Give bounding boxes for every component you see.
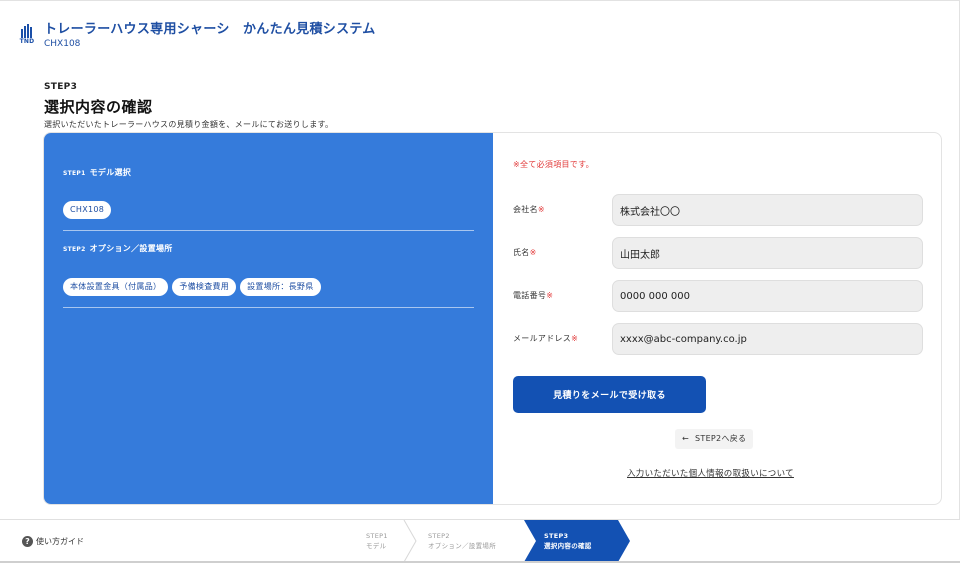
option-chip: 本体設置金具（付属品） — [63, 278, 169, 296]
company-label: 会社名※ — [513, 204, 545, 215]
required-mark: ※ — [571, 334, 579, 343]
model-chip: CHX108 — [63, 201, 112, 219]
model-chips: CHX108 — [63, 201, 112, 219]
phone-input[interactable] — [612, 280, 923, 312]
title-block: トレーラーハウス専用シャーシ かんたん見積システム CHX108 — [44, 22, 376, 50]
email-label-text: メールアドレス — [513, 334, 572, 343]
company-label-text: 会社名 — [513, 205, 538, 214]
name-input[interactable] — [612, 237, 923, 269]
summary-divider — [63, 307, 474, 308]
phone-label: 電話番号※ — [513, 290, 553, 301]
phone-label-text: 電話番号 — [513, 291, 547, 300]
option-chip: 予備検査費用 — [172, 278, 237, 296]
confirmation-card: STEP1 モデル選択 CHX108 STEP2 オプション／設置場所 本体設置金具… — [43, 132, 942, 505]
name-row: 氏名※ — [513, 237, 923, 269]
step-num: STEP3 — [544, 532, 569, 540]
step-indicator-1[interactable]: STEP1 モデル — [366, 531, 388, 551]
step-label: モデル — [366, 542, 387, 550]
email-label: メールアドレス※ — [513, 333, 578, 344]
step-separator — [403, 520, 417, 563]
back-label: STEP2へ戻る — [695, 434, 747, 443]
step-arrows — [403, 520, 630, 563]
summary-step2-prefix: STEP2 — [63, 246, 86, 253]
app-title: トレーラーハウス専用シャーシ かんたん見積システム — [44, 22, 376, 37]
required-note: ※全て必須項目です。 — [513, 160, 594, 169]
app-subtitle: CHX108 — [44, 39, 81, 49]
app-header: TND トレーラーハウス専用シャーシ かんたん見積システム CHX108 — [18, 22, 376, 52]
page-title: 選択内容の確認 — [44, 98, 153, 116]
back-to-step2-button[interactable]: ← STEP2へ戻る — [675, 429, 754, 449]
email-row: メールアドレス※ — [513, 323, 923, 355]
contact-form: ※全て必須項目です。 会社名※ 氏名※ 電話番号※ メールアドレス※ 見積りをメ… — [493, 133, 941, 504]
step-indicator-2[interactable]: STEP2 オプション／設置場所 — [428, 531, 496, 551]
summary-divider — [63, 230, 474, 231]
company-input[interactable] — [612, 194, 923, 226]
option-chips: 本体設置金具（付属品） 予備検査費用 設置場所：長野県 — [63, 278, 321, 296]
logo-text: TND — [19, 38, 35, 45]
phone-row: 電話番号※ — [513, 280, 923, 312]
submit-quote-button[interactable]: 見積りをメールで受け取る — [513, 376, 706, 413]
brand-logo[interactable]: TND — [18, 24, 36, 52]
step-num: STEP2 — [428, 532, 450, 540]
email-input[interactable] — [612, 323, 923, 355]
summary-step1-title: STEP1 モデル選択 — [63, 167, 131, 178]
summary-step2-label: オプション／設置場所 — [89, 244, 173, 253]
step-label: オプション／設置場所 — [428, 542, 496, 550]
summary-step1-label: モデル選択 — [89, 168, 132, 177]
name-label: 氏名※ — [513, 247, 537, 258]
building-icon — [21, 24, 32, 38]
required-mark: ※ — [546, 291, 554, 300]
summary-step2-title: STEP2 オプション／設置場所 — [63, 243, 173, 254]
guide-label: 使い方ガイド — [36, 537, 84, 546]
name-label-text: 氏名 — [513, 248, 530, 257]
summary-step1-prefix: STEP1 — [63, 170, 86, 177]
top-border — [0, 0, 960, 1]
step-label: STEP3 — [44, 82, 78, 92]
selection-summary-panel: STEP1 モデル選択 CHX108 STEP2 オプション／設置場所 本体設置金具… — [44, 133, 493, 504]
usage-guide-link[interactable]: ? 使い方ガイド — [22, 536, 84, 547]
footer-bar: ? 使い方ガイド STEP1 モデル STEP2 オプション／設置場所 STEP… — [0, 519, 960, 563]
required-mark: ※ — [529, 248, 537, 257]
help-icon: ? — [22, 536, 33, 547]
step-label: 選択内容の確認 — [544, 542, 592, 550]
company-row: 会社名※ — [513, 194, 923, 226]
step-indicator-3-active: STEP3 選択内容の確認 — [544, 531, 592, 551]
arrow-left-icon: ← — [682, 434, 690, 443]
required-mark: ※ — [537, 205, 545, 214]
page-description: 選択いただいたトレーラーハウスの見積り金額を、メールにてお送りします。 — [44, 120, 334, 129]
privacy-policy-link[interactable]: 入力いただいた個人情報の取扱いについて — [627, 467, 794, 479]
step-num: STEP1 — [366, 532, 388, 540]
location-chip: 設置場所：長野県 — [240, 278, 321, 296]
